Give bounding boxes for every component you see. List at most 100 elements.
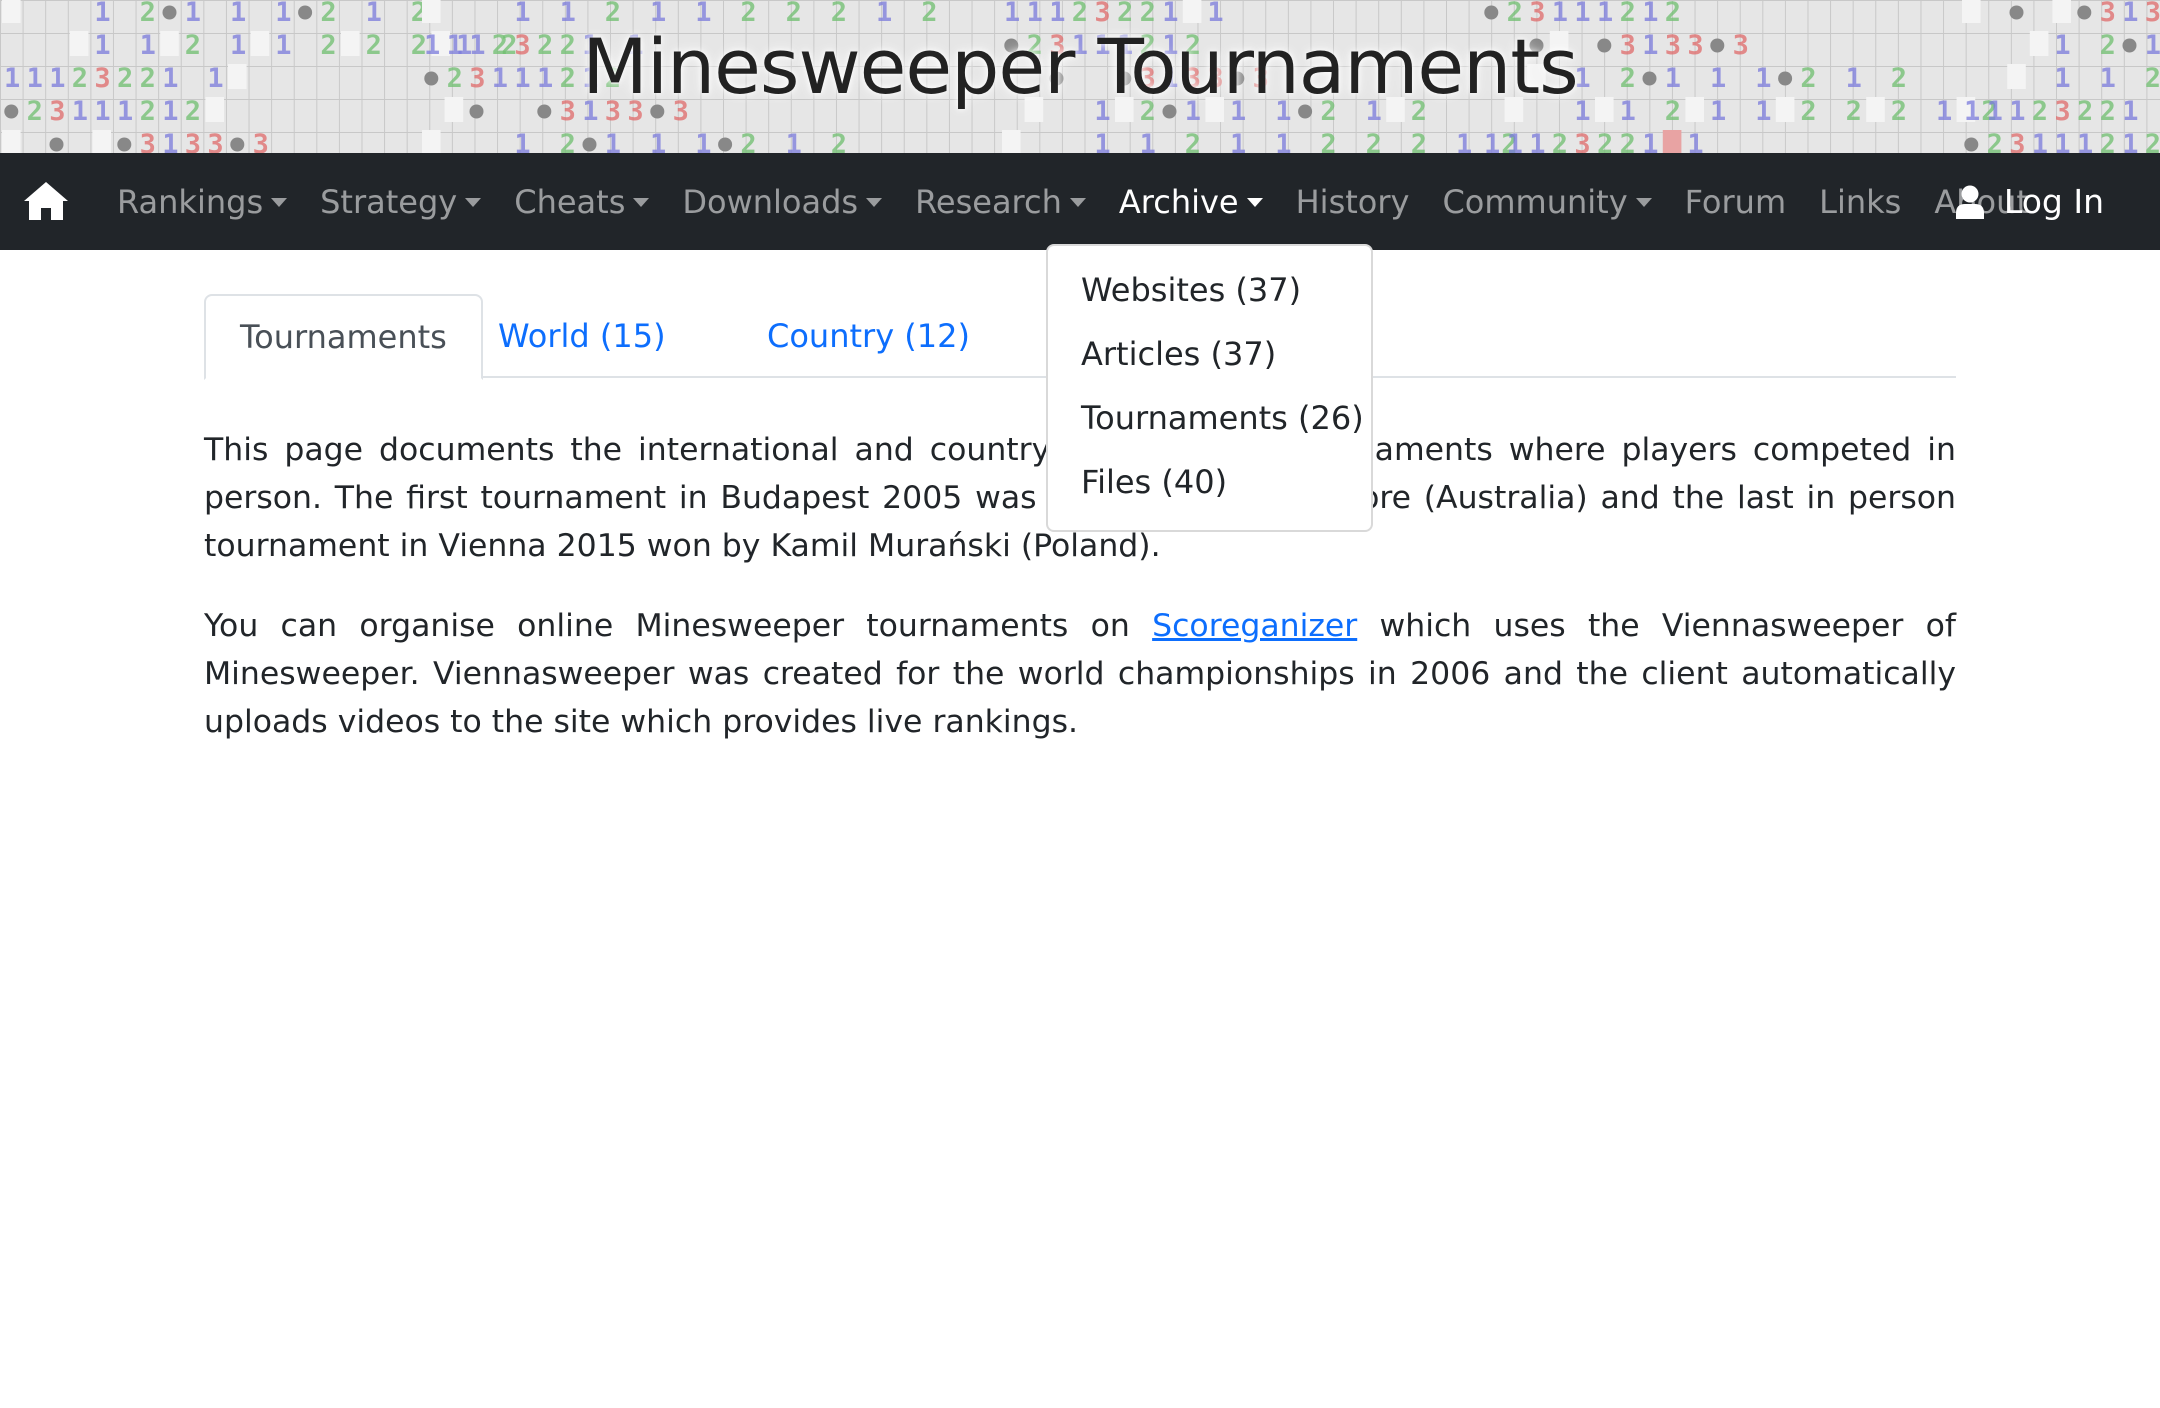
nav-item-research[interactable]: Research <box>915 183 1086 221</box>
nav-item-downloads[interactable]: Downloads <box>682 182 883 221</box>
nav-item-label: History <box>1295 182 1410 221</box>
blank-tile <box>1002 130 1021 153</box>
nav-item-community[interactable]: Community <box>1442 182 1652 221</box>
login-button[interactable]: Log In <box>1955 153 2104 250</box>
number-tile: 1 <box>1275 129 1291 153</box>
caret-down-icon <box>1246 198 1263 207</box>
caret-down-icon <box>866 198 883 207</box>
number-tile: 2 <box>2145 129 2160 153</box>
number-tile: 1 <box>1230 129 1246 153</box>
nav-item-links[interactable]: Links <box>1819 183 1901 221</box>
number-tile: 2 <box>1620 129 1636 153</box>
nav-item-archive[interactable]: Archive <box>1119 183 1263 221</box>
mine-tile <box>582 137 597 152</box>
number-tile: 1 <box>786 129 802 153</box>
nav-item-label: Research <box>915 182 1062 221</box>
mine-tile <box>2009 5 2024 20</box>
number-tile: 2 <box>1987 129 2003 153</box>
nav-item-history[interactable]: History <box>1296 183 1410 221</box>
number-tile: 2 <box>1597 129 1613 153</box>
number-tile: 1 <box>2032 129 2048 153</box>
blank-tile <box>422 0 441 23</box>
dropdown-item-files[interactable]: Files (40) <box>1048 450 1371 514</box>
nav-item-label: Community <box>1442 182 1628 221</box>
number-tile: 2 <box>831 129 847 153</box>
number-tile: 2 <box>2100 129 2116 153</box>
mine-tile <box>49 137 64 152</box>
number-tile: 1 <box>1529 129 1545 153</box>
blank-tile <box>2 130 21 153</box>
number-tile: 1 <box>162 129 178 153</box>
number-tile: 1 <box>1484 129 1500 153</box>
blank-tile <box>1182 0 1202 23</box>
home-icon[interactable] <box>22 180 70 222</box>
number-tile: 1 <box>695 129 711 153</box>
number-tile: 3 <box>1574 129 1590 153</box>
dropdown-item-websites[interactable]: Websites (37) <box>1048 258 1371 322</box>
number-tile: 1 <box>1456 129 1472 153</box>
paragraph-text: You can organise online Minesweeper tour… <box>204 608 1153 644</box>
blank-tile <box>422 130 441 153</box>
number-tile: 3 <box>207 129 223 153</box>
nav-item-label: Strategy <box>320 182 458 221</box>
dropdown-item-articles[interactable]: Articles (37) <box>1048 322 1371 386</box>
number-tile: 2 <box>740 129 756 153</box>
number-tile: 1 <box>1140 129 1156 153</box>
nav-item-label: Archive <box>1118 182 1239 221</box>
caret-down-icon <box>465 198 482 207</box>
number-tile: 1 <box>2054 129 2070 153</box>
mine-tile <box>1964 137 1979 152</box>
number-tile: 1 <box>605 129 621 153</box>
mine-tile <box>1484 5 1499 20</box>
nav-item-strategy[interactable]: Strategy <box>320 182 482 221</box>
login-label: Log In <box>2003 182 2104 221</box>
mine-tile <box>117 137 132 152</box>
number-tile: 1 <box>650 129 666 153</box>
tab-world[interactable]: World (15) <box>464 294 700 378</box>
nav-item-label: Forum <box>1684 182 1787 221</box>
blank-tile <box>92 130 111 153</box>
blank-tile <box>2052 0 2071 23</box>
number-tile: 2 <box>1366 129 1382 153</box>
mine-tile <box>162 5 177 20</box>
nav-item-cheats[interactable]: Cheats <box>514 182 650 221</box>
number-tile: 2 <box>560 129 576 153</box>
blank-tile <box>2 0 21 23</box>
number-tile: 2 <box>1411 129 1427 153</box>
blank-tile <box>1962 0 1981 23</box>
number-tile: 1 <box>1507 129 1523 153</box>
nav-item-forum[interactable]: Forum <box>1685 183 1786 221</box>
nav-item-label: Downloads <box>682 182 859 221</box>
site-title: Minesweeper Tournaments <box>582 22 1578 111</box>
number-tile: 2 <box>1320 129 1336 153</box>
caret-down-icon <box>271 198 288 207</box>
blank-tile <box>1662 130 1682 153</box>
tab-country[interactable]: Country (12) <box>733 294 1004 378</box>
nav-item-label: Cheats <box>514 182 626 221</box>
nav-item-rankings[interactable]: Rankings <box>117 182 288 221</box>
number-tile: 3 <box>140 129 156 153</box>
number-tile: 2 <box>1552 129 1568 153</box>
mine-tile <box>2077 5 2092 20</box>
number-tile: 3 <box>2009 129 2025 153</box>
caret-down-icon <box>633 198 650 207</box>
nav-item-label: Rankings <box>117 182 264 221</box>
nav-menu: Rankings Strategy Cheats Downloads Research A… <box>117 153 2062 250</box>
mine-tile <box>718 137 733 152</box>
user-icon <box>1955 185 1984 219</box>
number-tile: 1 <box>514 129 530 153</box>
number-tile: 1 <box>1687 129 1703 153</box>
scoreganizer-link[interactable]: Scoreganizer <box>1152 608 1357 644</box>
nav-item-label: Links <box>1819 182 1902 221</box>
site-banner: 1211121211211222121112322112311121231333… <box>0 0 2160 153</box>
tab-tournaments[interactable]: Tournaments <box>204 294 483 380</box>
mine-tile <box>230 137 245 152</box>
main-navbar: Rankings Strategy Cheats Downloads Research A… <box>0 153 2160 250</box>
number-tile: 1 <box>2122 129 2138 153</box>
dropdown-item-tournaments[interactable]: Tournaments (26) <box>1048 386 1371 450</box>
archive-dropdown-menu: Websites (37) Articles (37) Tournaments … <box>1046 244 1373 532</box>
number-tile: 1 <box>1642 129 1658 153</box>
mine-tile <box>298 5 313 20</box>
online-tournaments-paragraph: You can organise online Minesweeper tour… <box>204 602 1956 746</box>
caret-down-icon <box>1069 198 1086 207</box>
